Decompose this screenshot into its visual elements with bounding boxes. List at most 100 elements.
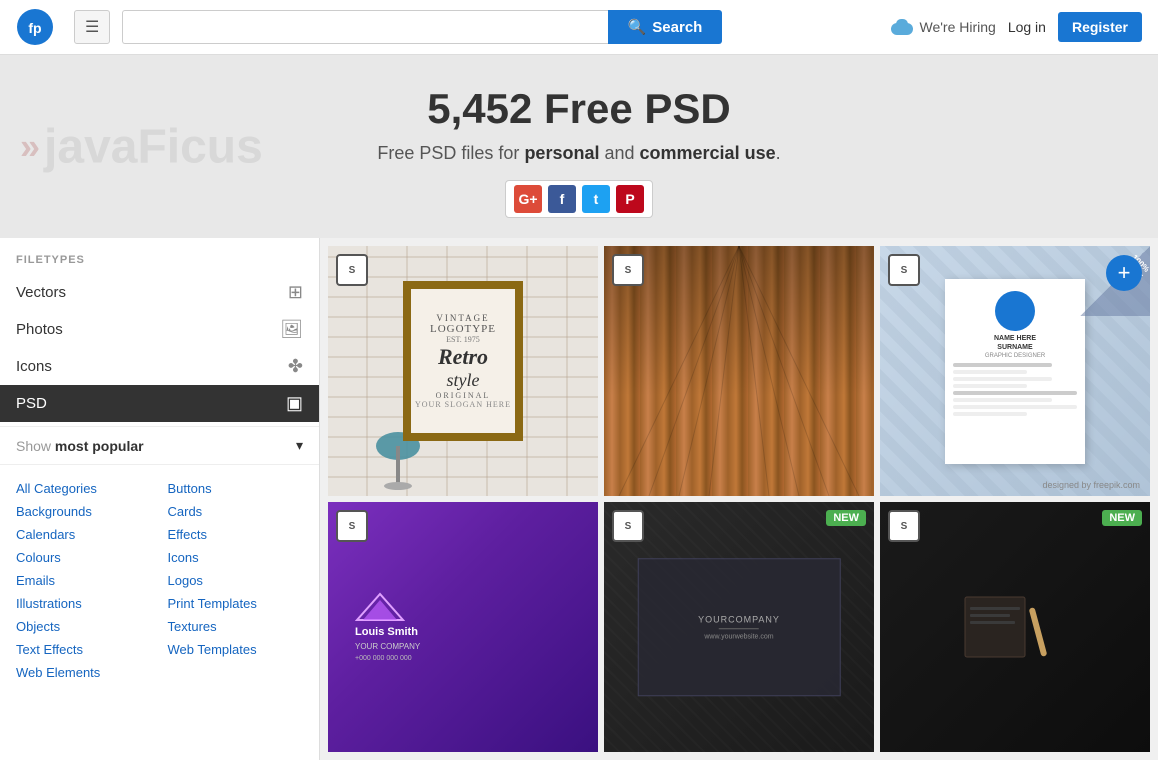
- filetype-vectors[interactable]: Vectors ⊞: [0, 274, 319, 311]
- thumbnail-badge-4: S: [336, 510, 368, 542]
- resume-line-5: [953, 391, 1077, 395]
- google-plus-icon[interactable]: G+: [514, 185, 542, 213]
- category-print[interactable]: Print Templates: [168, 594, 304, 613]
- hamburger-button[interactable]: ☰: [74, 10, 110, 44]
- est-label: EST. 1975: [415, 335, 511, 344]
- resume-name-heading: NAME HERE: [953, 335, 1077, 342]
- dark-company: YOURCOMPANY: [698, 614, 780, 624]
- slogan-label: YOUR SLOGAN HERE: [415, 400, 511, 409]
- category-buttons[interactable]: Buttons: [168, 479, 304, 498]
- psd-label: PSD: [16, 395, 47, 412]
- icons-label: Icons: [16, 358, 52, 375]
- header-right: We're Hiring Log in Register: [891, 12, 1142, 42]
- header: fp ☰ 🔍 Search We're Hiring Log in Regist…: [0, 0, 1158, 55]
- hiring-label: We're Hiring: [919, 19, 995, 35]
- subtitle-personal: personal: [524, 143, 599, 163]
- resume-paper: NAME HERE SURNAME GRAPHIC DESIGNER: [945, 279, 1085, 464]
- notebook-icon: [955, 587, 1075, 667]
- category-objects[interactable]: Objects: [16, 617, 152, 636]
- login-link[interactable]: Log in: [1008, 19, 1046, 35]
- retro-frame: VINTAGE LOGOTYPE EST. 1975 Retro style O…: [403, 281, 523, 441]
- category-illustrations[interactable]: Illustrations: [16, 594, 152, 613]
- add-button[interactable]: +: [1106, 255, 1142, 291]
- freepik-watermark: designed by freepik.com: [1042, 480, 1140, 490]
- dark-tagline: www.yourwebsite.com: [698, 633, 780, 640]
- category-text-effects[interactable]: Text Effects: [16, 640, 152, 659]
- svg-text:fp: fp: [28, 20, 41, 36]
- filetype-photos[interactable]: Photos 🖼: [0, 311, 319, 348]
- icons-icon: ✤: [288, 356, 303, 377]
- category-calendars[interactable]: Calendars: [16, 525, 152, 544]
- retro-big: Retro: [415, 344, 511, 370]
- show-label: Show: [16, 438, 51, 454]
- thumbnail-5[interactable]: YOURCOMPANY www.yourwebsite.com S NEW: [604, 502, 874, 752]
- resume-line-1: [953, 363, 1052, 367]
- category-all[interactable]: All Categories: [16, 479, 152, 498]
- social-icons-container: G+ f t P: [505, 180, 653, 218]
- register-button[interactable]: Register: [1058, 12, 1142, 42]
- subtitle-middle: and: [599, 143, 639, 163]
- category-web-elements[interactable]: Web Elements: [16, 663, 152, 682]
- resume-line-4: [953, 384, 1027, 388]
- category-effects[interactable]: Effects: [168, 525, 304, 544]
- category-emails[interactable]: Emails: [16, 571, 152, 590]
- resume-line-6: [953, 398, 1052, 402]
- hero-watermark: » javaFicus: [20, 119, 263, 174]
- wood-background: [604, 246, 874, 496]
- resume-surname-heading: SURNAME: [953, 344, 1077, 351]
- show-popular-dropdown[interactable]: Show most popular ▾: [0, 426, 319, 465]
- resume-line-8: [953, 412, 1027, 416]
- arrows-icon: »: [20, 126, 40, 168]
- new-badge-5: NEW: [826, 510, 866, 526]
- content-area: VINTAGE LOGOTYPE EST. 1975 Retro style O…: [320, 238, 1158, 760]
- show-popular-text: Show most popular: [16, 438, 144, 454]
- thumbnail-2[interactable]: S: [604, 246, 874, 496]
- category-backgrounds[interactable]: Backgrounds: [16, 502, 152, 521]
- dark-card: YOURCOMPANY www.yourwebsite.com: [638, 558, 841, 696]
- person-name: Louis Smith: [355, 626, 571, 638]
- categories-grid: All Categories Buttons Backgrounds Cards…: [0, 469, 319, 692]
- category-textures[interactable]: Textures: [168, 617, 304, 636]
- contact-info: +000 000 000 000: [355, 655, 571, 662]
- logo-area: fp: [16, 8, 54, 46]
- thumbnail-1[interactable]: VINTAGE LOGOTYPE EST. 1975 Retro style O…: [328, 246, 598, 496]
- category-cards[interactable]: Cards: [168, 502, 304, 521]
- new-badge-6: NEW: [1102, 510, 1142, 526]
- freepik-logo-icon: fp: [16, 8, 54, 46]
- filetype-icons[interactable]: Icons ✤: [0, 348, 319, 385]
- facebook-icon[interactable]: f: [548, 185, 576, 213]
- search-container: 🔍 Search: [122, 10, 722, 44]
- resume-avatar-circle: [995, 291, 1035, 331]
- search-button[interactable]: 🔍 Search: [608, 10, 723, 44]
- business-card-content: Louis Smith YOUR COMPANY +000 000 000 00…: [355, 592, 571, 662]
- sidebar: FILETYPES Vectors ⊞ Photos 🖼 Icons ✤ PSD…: [0, 238, 320, 760]
- logotype-label: LOGOTYPE: [415, 323, 511, 335]
- category-web-templates[interactable]: Web Templates: [168, 640, 304, 659]
- hiring-link[interactable]: We're Hiring: [891, 19, 995, 35]
- thumbnail-4[interactable]: Louis Smith YOUR COMPANY +000 000 000 00…: [328, 502, 598, 752]
- filetype-psd[interactable]: PSD ▣: [0, 385, 319, 422]
- search-input[interactable]: [122, 10, 607, 44]
- hero-section: » javaFicus 5,452 Free PSD Free PSD file…: [0, 55, 1158, 238]
- filetypes-title: FILETYPES: [0, 254, 319, 274]
- category-logos[interactable]: Logos: [168, 571, 304, 590]
- popular-label: most popular: [55, 438, 144, 454]
- subtitle-commercial: commercial use: [640, 143, 776, 163]
- resume-line-2: [953, 370, 1027, 374]
- search-icon: 🔍: [628, 18, 647, 36]
- photos-label: Photos: [16, 321, 63, 338]
- main-layout: FILETYPES Vectors ⊞ Photos 🖼 Icons ✤ PSD…: [0, 238, 1158, 760]
- category-icons-cat[interactable]: Icons: [168, 548, 304, 567]
- dropdown-chevron-icon: ▾: [296, 437, 303, 454]
- thumbnail-6[interactable]: S NEW: [880, 502, 1150, 752]
- vectors-icon: ⊞: [288, 282, 303, 303]
- cloud-icon: [891, 19, 913, 35]
- resume-line-3: [953, 377, 1052, 381]
- company-name: YOUR COMPANY: [355, 642, 571, 651]
- resume-title: GRAPHIC DESIGNER: [953, 353, 1077, 359]
- thumbnail-badge-2: S: [612, 254, 644, 286]
- twitter-icon[interactable]: t: [582, 185, 610, 213]
- category-colours[interactable]: Colours: [16, 548, 152, 567]
- pinterest-icon[interactable]: P: [616, 185, 644, 213]
- subtitle-end: .: [776, 143, 781, 163]
